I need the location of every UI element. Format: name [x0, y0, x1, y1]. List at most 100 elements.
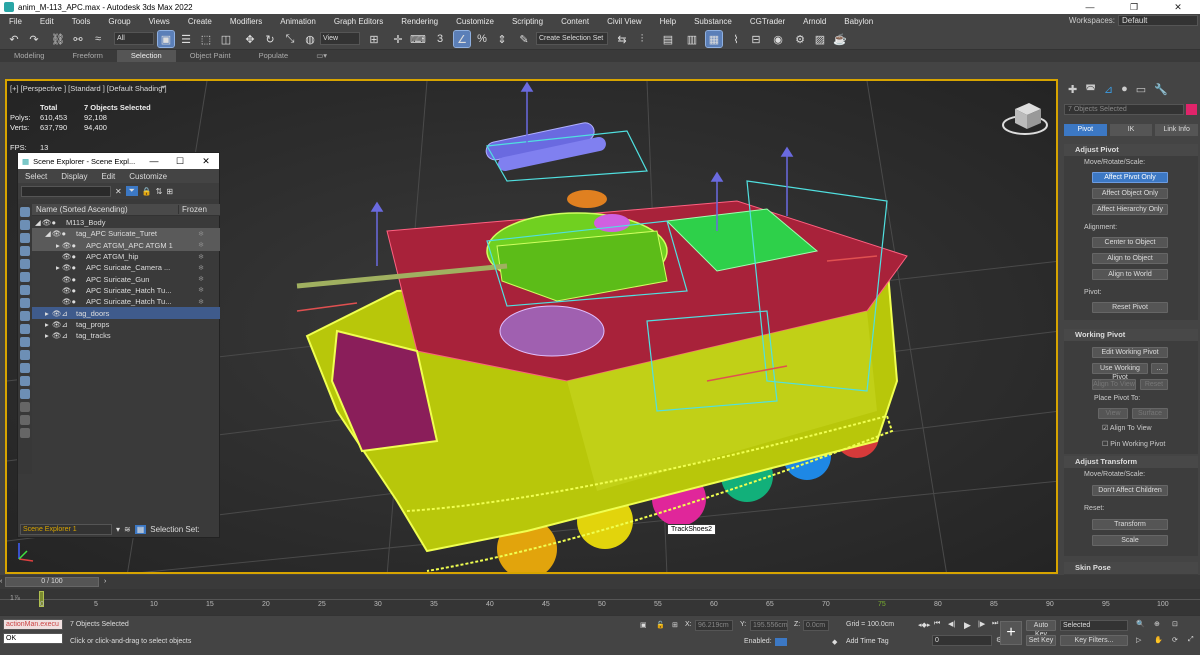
place-view-button[interactable]: View — [1098, 408, 1128, 419]
pivot-tab[interactable]: Pivot — [1064, 124, 1107, 136]
align-to-object-button[interactable]: Align to Object — [1092, 253, 1168, 264]
workspaces-dropdown[interactable]: Default — [1118, 15, 1198, 26]
display-sort-icon[interactable] — [20, 428, 30, 438]
y-coordinate-field[interactable]: 195.556cm — [750, 620, 788, 631]
display-helpers-icon[interactable] — [20, 298, 30, 308]
working-pivot-header[interactable]: Working Pivot — [1064, 329, 1198, 341]
ribbon-tab-selection[interactable]: Selection — [116, 50, 176, 62]
reset-scale-button[interactable]: Scale — [1092, 535, 1168, 546]
menu-tools[interactable]: Tools — [63, 17, 100, 26]
key-mode-icon[interactable]: ◂◆▸ — [918, 621, 930, 629]
menu-animation[interactable]: Animation — [271, 17, 325, 26]
rectangular-selection-icon[interactable]: ⬚ — [198, 31, 214, 47]
layer-explorer-icon[interactable]: ▤ — [660, 31, 676, 47]
time-slider-prev-icon[interactable]: ‹ — [0, 578, 2, 585]
absolute-mode-icon[interactable]: ⊞ — [672, 621, 678, 629]
spinner-snap-icon[interactable]: ⇕ — [494, 31, 510, 47]
key-filters-button[interactable]: Key Filters... — [1060, 635, 1128, 646]
tree-row[interactable]: ▸ 👁⊿ tag_props — [32, 319, 220, 330]
snap-toggle-icon[interactable]: 3 — [432, 31, 448, 47]
menu-help[interactable]: Help — [651, 17, 685, 26]
utilities-tab-icon[interactable]: 🔧 — [1154, 83, 1168, 96]
se-sync-icon[interactable]: ⇅ — [156, 187, 163, 196]
se-lock-icon[interactable]: 🔒 — [142, 187, 152, 196]
reset-transform-button[interactable]: Transform — [1092, 519, 1168, 530]
time-slider[interactable]: 0 / 100 — [5, 577, 99, 587]
object-color-swatch[interactable] — [1186, 104, 1197, 115]
select-by-name-icon[interactable]: ☰ — [178, 31, 194, 47]
play-icon[interactable]: ▶ — [964, 620, 971, 631]
hierarchy-tab-icon[interactable]: ⊿ — [1104, 83, 1113, 96]
display-frozen-icon[interactable] — [20, 376, 30, 386]
ribbon-tab-freeform[interactable]: Freeform — [58, 50, 116, 62]
go-to-start-icon[interactable]: ⏮ — [934, 620, 940, 628]
freeze-icon[interactable]: ❄ — [198, 241, 204, 249]
se-menu-display[interactable]: Display — [54, 172, 94, 181]
ribbon-tab-object-paint[interactable]: Object Paint — [176, 50, 245, 62]
x-coordinate-field[interactable]: 96.219cm — [695, 620, 733, 631]
display-geometry-icon[interactable] — [20, 246, 30, 256]
reset-working-pivot-button[interactable]: Reset — [1140, 379, 1168, 390]
enabled-toggle[interactable] — [775, 638, 787, 646]
zoom-icon[interactable]: 🔍 — [1136, 620, 1145, 628]
display-tab-icon[interactable]: ▭ — [1136, 83, 1146, 96]
time-tag-icon[interactable]: ◆ — [832, 638, 837, 646]
mirror-icon[interactable]: ⇆ — [614, 31, 630, 47]
ribbon-tab-populate[interactable]: Populate — [245, 50, 303, 62]
menu-scripting[interactable]: Scripting — [503, 17, 552, 26]
display-shapes-icon[interactable] — [20, 259, 30, 269]
undo-icon[interactable]: ↶ — [6, 31, 22, 47]
freeze-icon[interactable]: ❄ — [198, 286, 204, 294]
display-hidden-icon[interactable] — [20, 389, 30, 399]
freeze-icon[interactable]: ❄ — [198, 298, 204, 306]
affect-hierarchy-only-button[interactable]: Affect Hierarchy Only — [1092, 204, 1168, 215]
display-invert-icon[interactable] — [20, 233, 30, 243]
selection-filter-dropdown[interactable]: All — [114, 32, 154, 45]
auto-key-button[interactable]: Auto Key — [1026, 620, 1056, 638]
current-frame-field[interactable]: 0 — [932, 635, 992, 646]
selection-set-icon[interactable]: ▦ — [134, 524, 147, 534]
freeze-icon[interactable]: ❄ — [198, 230, 204, 238]
scale-icon[interactable]: ⤡ — [282, 31, 298, 47]
se-close-icon[interactable]: ✕ — [193, 153, 219, 169]
display-groups-icon[interactable] — [20, 324, 30, 334]
orbit-icon[interactable]: ⟳ — [1172, 636, 1178, 644]
rotate-icon[interactable]: ↻ — [262, 31, 278, 47]
skin-pose-header[interactable]: Skin Pose — [1064, 562, 1198, 574]
maxscript-output[interactable]: OK — [3, 633, 63, 644]
place-icon[interactable]: ◍ — [302, 31, 318, 47]
tree-row[interactable]: ▸ 👁● APC Suricate_Camera ... ❄ — [32, 262, 220, 273]
scene-explorer-titlebar[interactable]: ▦ Scene Explorer - Scene Expl... — ☐ ✕ — [18, 153, 219, 169]
display-xrefs-icon[interactable] — [20, 337, 30, 347]
material-editor-icon[interactable]: ◉ — [770, 31, 786, 47]
se-hierarchy-icon[interactable]: ⊞ — [166, 187, 173, 196]
rendered-frame-icon[interactable]: ▨ — [812, 31, 828, 47]
display-spacewarps-icon[interactable] — [20, 311, 30, 321]
menu-graph-editors[interactable]: Graph Editors — [325, 17, 392, 26]
se-menu-select[interactable]: Select — [18, 172, 54, 181]
tree-row[interactable]: ◢ 👁● M113_Body — [32, 217, 220, 228]
isolate-selection-icon[interactable]: ▣ — [640, 621, 647, 629]
set-key-button[interactable]: Set Key — [1026, 635, 1056, 646]
named-selection-dropdown[interactable]: Create Selection Set — [536, 32, 608, 45]
close-icon[interactable]: ✕ — [1156, 0, 1200, 14]
zoom-all-icon[interactable]: ⊕ — [1154, 620, 1160, 628]
menu-cgtrader[interactable]: CGTrader — [741, 17, 794, 26]
pan-icon[interactable]: ✋ — [1154, 636, 1163, 644]
dropdown-arrow-icon[interactable]: ▾ — [116, 525, 120, 534]
menu-babylon[interactable]: Babylon — [835, 17, 882, 26]
schematic-view-icon[interactable]: ⊟ — [748, 31, 764, 47]
keyboard-shortcut-icon[interactable]: ⌨ — [410, 31, 426, 47]
render-setup-icon[interactable]: ⚙ — [792, 31, 808, 47]
render-icon[interactable]: ☕ — [832, 31, 848, 47]
tree-row[interactable]: ▸ 👁⊿ tag_tracks — [32, 330, 220, 341]
curve-editor-icon[interactable]: ⌇ — [728, 31, 744, 47]
adjust-transform-header[interactable]: Adjust Transform — [1064, 456, 1198, 468]
display-filter-icon[interactable] — [20, 415, 30, 425]
viewport-filter-icon[interactable]: ⏷ — [160, 83, 166, 93]
display-containers-icon[interactable] — [20, 363, 30, 373]
redo-icon[interactable]: ↷ — [26, 31, 42, 47]
edit-named-selection-icon[interactable]: ✎ — [516, 31, 532, 47]
link-icon[interactable]: ⛓ — [50, 31, 66, 47]
tree-row[interactable]: ▸ 👁● APC ATGM_APC ATGM 1 ❄ — [32, 239, 220, 251]
